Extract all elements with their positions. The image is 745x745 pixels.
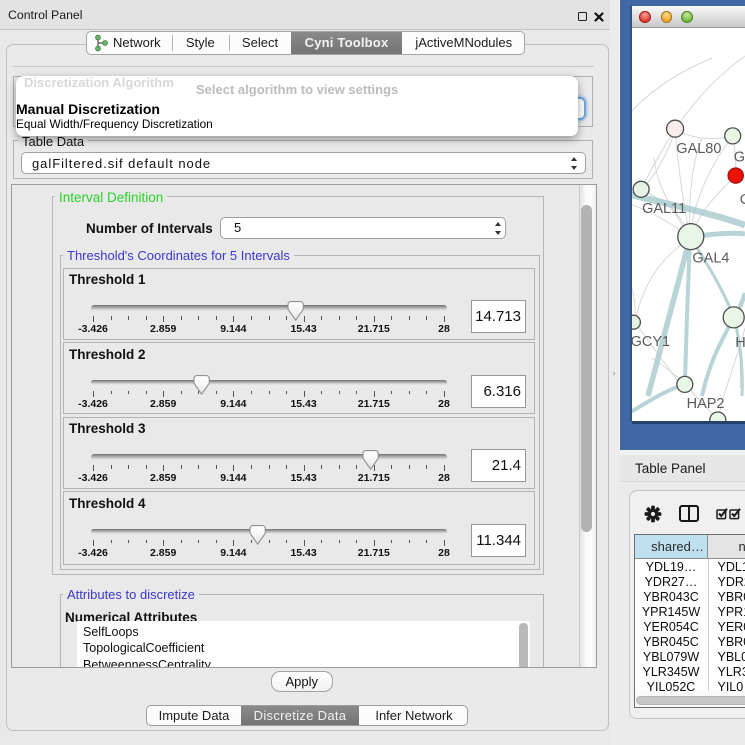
svg-text:C: C: [740, 192, 745, 208]
svg-text:H: H: [735, 335, 745, 351]
svg-text:GAL11: GAL11: [642, 201, 686, 217]
svg-text:GAL80: GAL80: [676, 141, 721, 157]
svg-text:GAL4: GAL4: [692, 251, 729, 267]
svg-text:HAP2: HAP2: [687, 396, 725, 412]
svg-text:GCY1: GCY1: [632, 334, 670, 350]
svg-text:GA: GA: [734, 149, 745, 165]
